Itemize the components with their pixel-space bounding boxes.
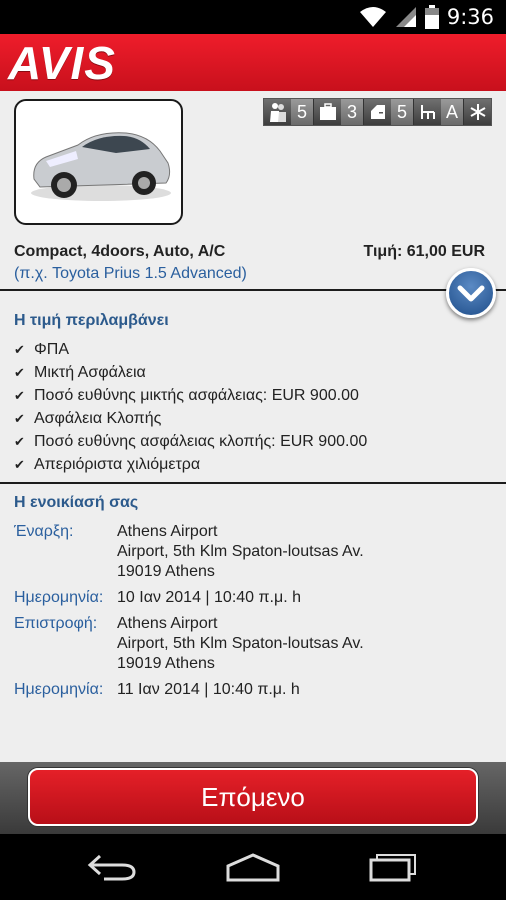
- luggage-icon: [314, 99, 341, 125]
- air-conditioning-icon: [464, 99, 491, 125]
- car-features: 5 3 5 A: [263, 98, 492, 126]
- doors-icon: [364, 99, 391, 125]
- return-label: Επιστροφή:: [14, 615, 98, 632]
- rental-start-date: Ημερομηνία: 10 Ιαν 2014 | 10:40 π.μ. h: [14, 588, 364, 608]
- clock: 9:36: [446, 5, 494, 29]
- list-item: ✔ Απεριόριστα χιλιόμετρα: [14, 455, 201, 473]
- checkmark-icon: ✔: [14, 364, 25, 380]
- feature-air-conditioning: [464, 99, 491, 125]
- includes-list: ✔ ΦΠΑ ✔ Μικτή Ασφάλεια ✔ Ποσό ευθύνης μικτή…: [14, 338, 367, 476]
- checkmark-icon: ✔: [14, 387, 25, 403]
- expand-button[interactable]: [446, 268, 496, 318]
- car-category: Compact, 4doors, Auto, A/C: [14, 243, 226, 260]
- return-location-name: Athens Airport: [117, 615, 218, 632]
- car-price: Τιμή: 61,00 EUR: [363, 243, 485, 260]
- checkmark-icon: ✔: [14, 456, 25, 472]
- transmission-icon: [414, 99, 441, 125]
- start-location-city: 19019 Athens: [117, 563, 215, 580]
- rental-details: Έναρξη: Athens Airport Airport, 5th Klm …: [14, 522, 364, 700]
- list-item: ✔ Ποσό ευθύνης ασφάλειας κλοπής: EUR 900.…: [14, 432, 368, 450]
- return-date-label: Ημερομηνία:: [14, 681, 104, 698]
- chevron-down-icon: [457, 285, 485, 302]
- passengers-icon: [264, 99, 291, 125]
- return-location-city: 19019 Athens: [117, 655, 215, 672]
- includes-title: Η τιμή περιλαμβάνει: [14, 312, 169, 329]
- rental-return-date: Ημερομηνία: 11 Ιαν 2014 | 10:40 π.μ. h: [14, 680, 364, 700]
- next-button[interactable]: Επόμενο: [28, 768, 478, 826]
- car-image: [14, 99, 183, 225]
- status-bar: 9:36: [0, 0, 506, 34]
- back-icon[interactable]: [86, 852, 138, 882]
- checkmark-icon: ✔: [14, 433, 25, 449]
- divider: [0, 289, 506, 291]
- battery-icon: [424, 5, 439, 29]
- list-item: ✔ ΦΠΑ: [14, 340, 69, 358]
- home-icon[interactable]: [225, 852, 281, 882]
- wifi-icon: [359, 7, 386, 27]
- feature-passengers: 5: [264, 99, 314, 125]
- start-location-name: Athens Airport: [117, 523, 218, 540]
- recents-icon[interactable]: [368, 850, 422, 882]
- list-item: ✔ Ασφάλεια Κλοπής: [14, 409, 162, 427]
- divider: [0, 482, 506, 484]
- rental-start: Έναρξη: Athens Airport Airport, 5th Klm …: [14, 522, 364, 582]
- start-date-label: Ημερομηνία:: [14, 589, 104, 606]
- luggage-count: 3: [341, 99, 363, 125]
- navigation-bar: [0, 834, 506, 900]
- start-date: 10 Ιαν 2014 | 10:40 π.μ. h: [117, 589, 301, 606]
- list-item: ✔ Ποσό ευθύνης μικτής ασφάλειας: EUR 900.…: [14, 386, 359, 404]
- passengers-count: 5: [291, 99, 313, 125]
- doors-count: 5: [391, 99, 413, 125]
- car-example-model: (π.χ. Toyota Prius 1.5 Advanced): [14, 265, 247, 282]
- return-date: 11 Ιαν 2014 | 10:40 π.μ. h: [117, 681, 300, 698]
- rental-title: Η ενοικίασή σας: [14, 494, 139, 511]
- return-location-address: Airport, 5th Klm Spaton-loutsas Av.: [117, 635, 364, 652]
- transmission-type: A: [441, 99, 463, 125]
- checkmark-icon: ✔: [14, 341, 25, 357]
- feature-doors: 5: [364, 99, 414, 125]
- list-item: ✔ Μικτή Ασφάλεια: [14, 363, 146, 381]
- checkmark-icon: ✔: [14, 410, 25, 426]
- start-location-address: Airport, 5th Klm Spaton-loutsas Av.: [117, 543, 364, 560]
- feature-luggage: 3: [314, 99, 364, 125]
- app-header: AVIS: [0, 34, 506, 91]
- feature-transmission: A: [414, 99, 464, 125]
- avis-logo: AVIS: [8, 37, 116, 89]
- signal-icon: [395, 7, 416, 27]
- start-label: Έναρξη:: [14, 523, 74, 540]
- rental-return: Επιστροφή: Athens Airport Airport, 5th K…: [14, 614, 364, 674]
